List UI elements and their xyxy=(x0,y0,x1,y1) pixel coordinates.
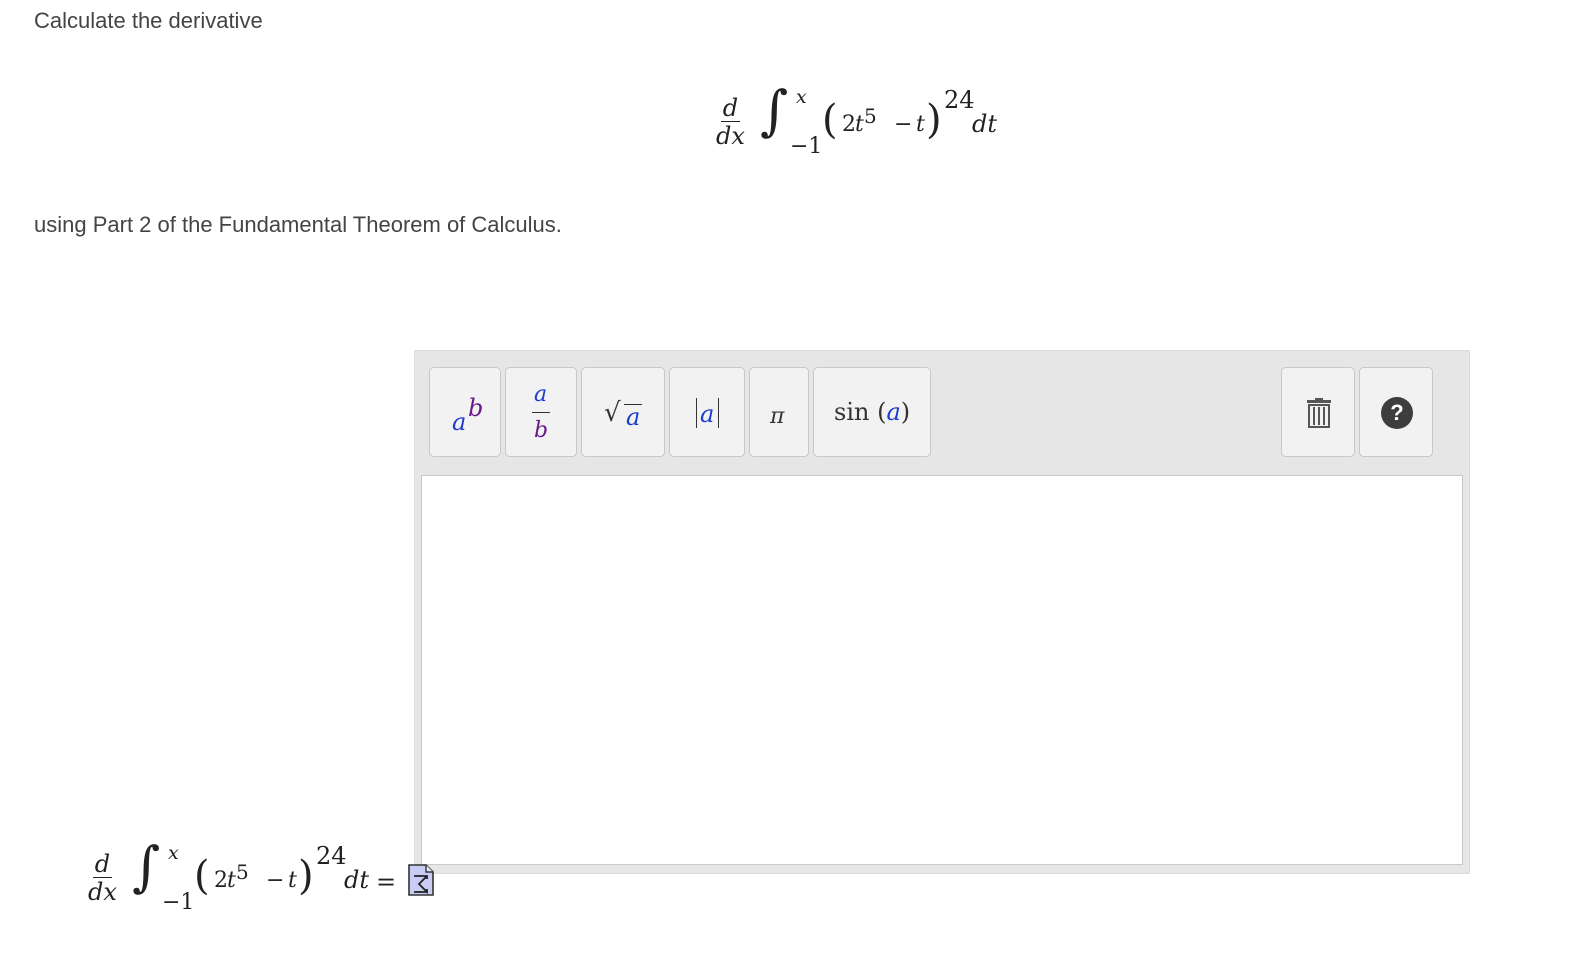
fraction-button[interactable]: a b xyxy=(505,367,577,457)
sine-button[interactable]: sin (a) xyxy=(813,367,931,457)
question-prompt: Calculate the derivative xyxy=(34,8,263,33)
sqrt-symbol: √ xyxy=(604,398,621,428)
upper-limit: x xyxy=(168,842,179,864)
open-paren: ( xyxy=(822,97,838,143)
exponent: 24 xyxy=(944,86,975,114)
d-dx-fraction-answer: d dx xyxy=(88,850,117,906)
help-icon: ? xyxy=(1381,397,1413,429)
equation-editor-icon[interactable] xyxy=(408,864,434,896)
open-paren: ( xyxy=(194,853,210,899)
answer-input[interactable] xyxy=(421,475,1463,865)
close-paren: ) xyxy=(926,97,942,143)
answer-expression: d dx ∫ x −1 ( 2 t 5 − t ) 24 dt = xyxy=(88,835,397,915)
question-instruction: using Part 2 of the Fundamental Theorem … xyxy=(34,212,562,237)
derivative-expression: d dx ∫ x −1 ( 2 t 5 − t ) 24 dt xyxy=(716,79,998,159)
equals-sign: = xyxy=(376,868,397,896)
absolute-value-button[interactable]: a xyxy=(669,367,745,457)
lower-limit: −1 xyxy=(790,134,823,159)
equation-editor: a b a b √ a a π sin (a) ? xyxy=(414,350,1470,874)
power-button[interactable]: a b xyxy=(429,367,501,457)
pi-button[interactable]: π xyxy=(749,367,809,457)
upper-limit: x xyxy=(796,86,807,108)
integral-sign: ∫ xyxy=(760,79,789,142)
lower-limit: −1 xyxy=(162,890,195,915)
clear-button[interactable] xyxy=(1281,367,1355,457)
sqrt-button[interactable]: √ a xyxy=(581,367,665,457)
d-dx-fraction: d dx xyxy=(716,94,745,150)
help-button[interactable]: ? xyxy=(1359,367,1433,457)
close-paren: ) xyxy=(298,853,314,899)
exponent: 24 xyxy=(316,842,347,870)
trash-icon xyxy=(1307,398,1331,428)
integral-sign: ∫ xyxy=(132,835,161,898)
